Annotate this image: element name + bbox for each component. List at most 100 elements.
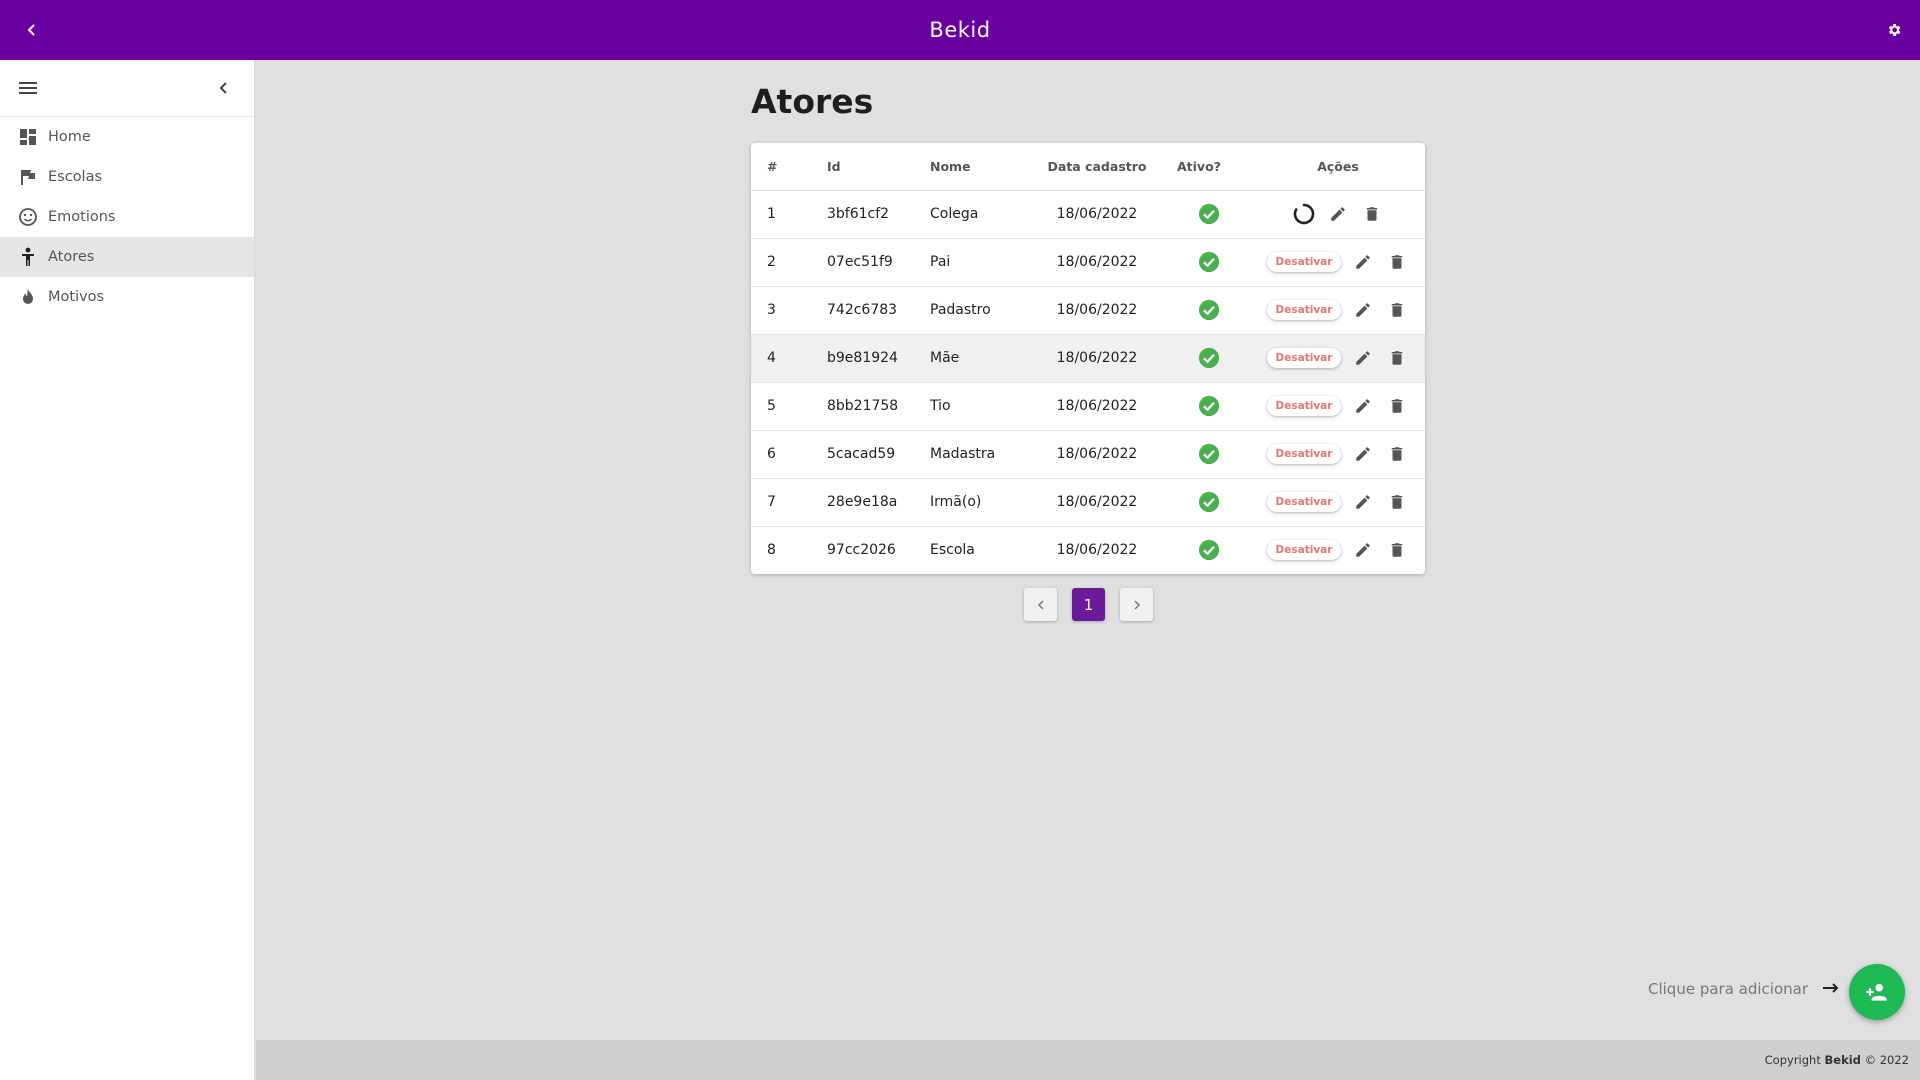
sidebar-item-emotions[interactable]: Emotions bbox=[0, 197, 254, 237]
sidebar-item-label: Home bbox=[48, 129, 91, 145]
sidebar-item-home[interactable]: Home bbox=[0, 117, 254, 157]
next-page-button[interactable] bbox=[1120, 588, 1153, 621]
cell-ativo bbox=[1167, 334, 1251, 383]
delete-icon[interactable] bbox=[1385, 538, 1409, 562]
edit-icon[interactable] bbox=[1351, 298, 1375, 322]
cell-data: 18/06/2022 bbox=[1027, 430, 1167, 479]
check-circle-icon bbox=[1198, 299, 1220, 321]
deactivate-button[interactable]: Desativar bbox=[1266, 300, 1342, 320]
cell-data: 18/06/2022 bbox=[1027, 238, 1167, 287]
edit-icon[interactable] bbox=[1351, 442, 1375, 466]
sidebar-item-atores[interactable]: Atores bbox=[0, 237, 254, 277]
deactivate-button[interactable]: Desativar bbox=[1266, 252, 1342, 272]
cell-id: 5cacad59 bbox=[827, 430, 930, 479]
cell-nome: Mãe bbox=[930, 334, 1027, 383]
edit-icon[interactable] bbox=[1351, 250, 1375, 274]
back-icon[interactable] bbox=[20, 18, 44, 42]
column-header-ativo[interactable]: Ativo? bbox=[1167, 143, 1251, 191]
cell-nome: Pai bbox=[930, 238, 1027, 287]
person-icon bbox=[18, 247, 38, 267]
cell-num: 2 bbox=[751, 238, 827, 287]
column-header-nome[interactable]: Nome bbox=[930, 143, 1027, 191]
deactivate-button[interactable]: Desativar bbox=[1266, 348, 1342, 368]
loading-spinner-icon bbox=[1292, 202, 1316, 226]
check-circle-icon bbox=[1198, 395, 1220, 417]
cell-nome: Madastra bbox=[930, 430, 1027, 479]
cell-ativo bbox=[1167, 430, 1251, 479]
column-header-num[interactable]: # bbox=[751, 143, 827, 191]
delete-icon[interactable] bbox=[1385, 442, 1409, 466]
cell-id: 07ec51f9 bbox=[827, 238, 930, 287]
page-title: Atores bbox=[751, 82, 874, 121]
delete-icon[interactable] bbox=[1385, 490, 1409, 514]
cell-num: 6 bbox=[751, 430, 827, 479]
cell-ativo bbox=[1167, 238, 1251, 287]
flag-icon bbox=[18, 167, 38, 187]
edit-icon[interactable] bbox=[1351, 394, 1375, 418]
sidebar-item-escolas[interactable]: Escolas bbox=[0, 157, 254, 197]
cell-nome: Irmã(o) bbox=[930, 478, 1027, 527]
footer: Copyright Bekid © 2022 bbox=[256, 1040, 1920, 1080]
edit-icon[interactable] bbox=[1351, 538, 1375, 562]
cell-data: 18/06/2022 bbox=[1027, 382, 1167, 431]
cell-nome: Colega bbox=[930, 190, 1027, 239]
cell-num: 8 bbox=[767, 542, 776, 559]
cell-id: 97cc2026 bbox=[827, 542, 896, 559]
delete-icon[interactable] bbox=[1360, 202, 1384, 226]
check-circle-icon bbox=[1198, 347, 1220, 369]
cell-id: 3bf61cf2 bbox=[827, 190, 930, 239]
sidebar-item-label: Emotions bbox=[48, 209, 116, 225]
chevron-left-icon bbox=[1037, 599, 1044, 610]
gear-icon[interactable] bbox=[1882, 18, 1906, 42]
deactivate-button[interactable]: Desativar bbox=[1266, 444, 1342, 464]
check-circle-icon bbox=[1198, 251, 1220, 273]
table-row: 7 28e9e18a Irmã(o) 18/06/2022 Desativar bbox=[751, 478, 1425, 527]
prev-page-button[interactable] bbox=[1024, 588, 1057, 621]
delete-icon[interactable] bbox=[1385, 250, 1409, 274]
column-header-id[interactable]: Id bbox=[827, 143, 930, 191]
deactivate-button[interactable]: Desativar bbox=[1266, 396, 1342, 416]
deactivate-button[interactable]: Desativar bbox=[1266, 540, 1342, 561]
sidebar-item-label: Atores bbox=[48, 249, 95, 265]
menu-icon[interactable] bbox=[18, 78, 40, 100]
cell-num: 5 bbox=[751, 382, 827, 431]
check-circle-icon bbox=[1198, 203, 1220, 225]
edit-icon[interactable] bbox=[1351, 346, 1375, 370]
cell-id: 8bb21758 bbox=[827, 382, 930, 431]
add-actor-button[interactable] bbox=[1849, 964, 1905, 1020]
column-header-acoes: Ações bbox=[1251, 143, 1425, 191]
deactivate-button[interactable]: Desativar bbox=[1266, 492, 1342, 512]
cell-id: 742c6783 bbox=[827, 286, 930, 335]
delete-icon[interactable] bbox=[1385, 298, 1409, 322]
app-title: Bekid bbox=[929, 18, 991, 42]
column-header-data[interactable]: Data cadastro bbox=[1027, 143, 1167, 191]
delete-icon[interactable] bbox=[1385, 394, 1409, 418]
add-hint: Clique para adicionar bbox=[1648, 980, 1840, 998]
check-circle-icon bbox=[1198, 491, 1220, 513]
table-row: 6 5cacad59 Madastra 18/06/2022 Desativar bbox=[751, 430, 1425, 479]
table-row: 5 8bb21758 Tio 18/06/2022 Desativar bbox=[751, 382, 1425, 431]
cell-acoes: Desativar bbox=[1251, 526, 1425, 574]
add-hint-text: Clique para adicionar bbox=[1647, 980, 1808, 998]
table-row: 2 07ec51f9 Pai 18/06/2022 Desativar bbox=[751, 238, 1425, 287]
cell-num: 1 bbox=[751, 190, 827, 239]
cell-acoes: Desativar bbox=[1251, 238, 1425, 287]
chevron-left-icon[interactable] bbox=[212, 76, 236, 100]
app-header: Bekid bbox=[0, 0, 1920, 60]
copyright: Copyright Bekid © 2022 bbox=[1764, 1053, 1909, 1067]
cell-num: 3 bbox=[751, 286, 827, 335]
cell-acoes: Desativar bbox=[1251, 382, 1425, 431]
cell-ativo bbox=[1167, 382, 1251, 431]
cell-num: 7 bbox=[751, 478, 827, 527]
cell-acoes: Desativar bbox=[1251, 334, 1425, 383]
sidebar: Home Escolas Emotions Atores Motivos bbox=[0, 60, 255, 1080]
cell-num: 4 bbox=[751, 334, 827, 383]
cell-nome: Escola bbox=[930, 542, 975, 559]
page-button-current[interactable]: 1 bbox=[1072, 588, 1105, 621]
edit-icon[interactable] bbox=[1351, 490, 1375, 514]
delete-icon[interactable] bbox=[1385, 346, 1409, 370]
cell-acoes: Desativar bbox=[1251, 478, 1425, 527]
cell-acoes bbox=[1251, 190, 1425, 239]
sidebar-item-motivos[interactable]: Motivos bbox=[0, 277, 254, 317]
edit-icon[interactable] bbox=[1326, 202, 1350, 226]
